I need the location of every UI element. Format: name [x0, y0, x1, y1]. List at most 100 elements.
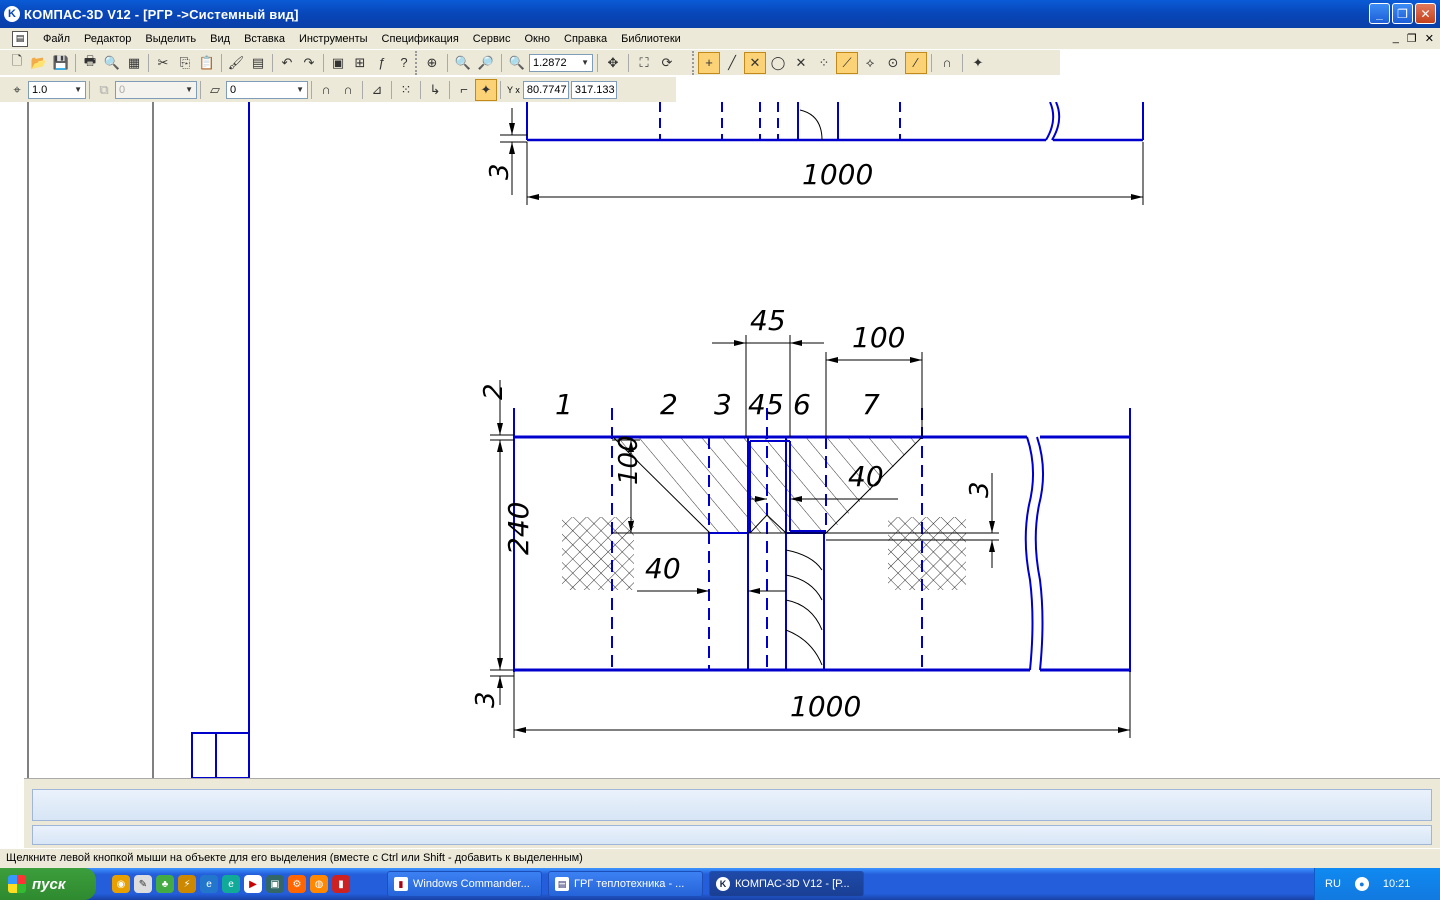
properties-icon[interactable]: ▤: [247, 52, 269, 74]
dim-100-left[interactable]: 100: [614, 435, 644, 485]
coord-y-input[interactable]: 317.133: [570, 80, 617, 99]
manager-icon[interactable]: ▣: [327, 52, 349, 74]
paste-icon[interactable]: 📋: [196, 52, 218, 74]
dim-240[interactable]: 240: [502, 502, 535, 555]
quick-launch-player-icon[interactable]: ▶: [244, 875, 262, 893]
tray-app-icon[interactable]: ●: [1354, 877, 1369, 891]
task-windows-commander[interactable]: ▮ Windows Commander...: [387, 871, 542, 897]
zone-label-2[interactable]: 2: [660, 388, 678, 421]
top-wall-fragment[interactable]: 3 1000: [485, 101, 1144, 205]
magnet-red-icon[interactable]: ∩: [315, 79, 337, 101]
current-layer-select[interactable]: 0 ▼: [226, 80, 308, 99]
new-file-icon[interactable]: 🗋: [6, 52, 28, 74]
menu-editor[interactable]: Редактор: [77, 33, 138, 45]
zoom-in-icon[interactable]: 🔍: [452, 52, 474, 74]
chevron-down-icon[interactable]: ▼: [74, 85, 82, 94]
quick-launch-save-icon[interactable]: ▮: [332, 875, 350, 893]
zoom-scale-input[interactable]: 1.2872 ▼: [529, 53, 593, 72]
dim-45[interactable]: 45: [750, 304, 786, 337]
main-wall-section[interactable]: 2 240 3 1000 45 100 1 2 3 4 5 6 7 100 40…: [471, 304, 1131, 738]
local-cs-icon[interactable]: ↳: [424, 79, 446, 101]
print-preview-icon[interactable]: ▦: [123, 52, 145, 74]
ortho-mode-icon[interactable]: ⌐: [453, 79, 475, 101]
snap-dropdown-icon[interactable]: ✦: [967, 52, 989, 74]
snap-normal-icon[interactable]: ✕: [790, 52, 812, 74]
dim-3-top[interactable]: 3: [485, 163, 515, 180]
task-word-document[interactable]: ▤ ГРГ теплотехника - ...: [548, 871, 703, 897]
snap-intersection-icon[interactable]: ✕: [744, 51, 766, 74]
clock[interactable]: 10:21: [1383, 878, 1411, 890]
restore-button[interactable]: ❐: [1392, 3, 1413, 24]
document-icon[interactable]: ▤: [12, 30, 28, 47]
quick-launch-ie-icon[interactable]: e: [222, 875, 240, 893]
zoom-scale-icon[interactable]: 🔍: [506, 52, 528, 74]
dim-100-top[interactable]: 100: [852, 321, 905, 354]
start-button[interactable]: пуск: [0, 868, 96, 900]
menu-window[interactable]: Окно: [517, 33, 557, 45]
cursor-step-input[interactable]: 1.0 ▼: [28, 80, 86, 99]
snap-grid-icon[interactable]: ⁘: [813, 52, 835, 74]
magnet-blue-icon[interactable]: ∩: [337, 79, 359, 101]
open-file-icon[interactable]: 📂: [28, 52, 50, 74]
grid-icon[interactable]: ⁙: [395, 79, 417, 101]
cut-icon[interactable]: ✂: [152, 52, 174, 74]
cursor-step-icon[interactable]: ⌖: [6, 79, 28, 101]
quick-launch-app3-icon[interactable]: ♣: [156, 875, 174, 893]
redo-icon[interactable]: ↷: [298, 52, 320, 74]
quick-launch-app1-icon[interactable]: ◉: [112, 875, 130, 893]
zone-label-6[interactable]: 6: [793, 388, 811, 421]
print-icon[interactable]: 🖶: [79, 52, 101, 74]
kompas-app-icon[interactable]: K: [4, 6, 20, 22]
menu-specification[interactable]: Спецификация: [375, 33, 466, 45]
preview-icon[interactable]: 🔍: [101, 52, 123, 74]
menu-select[interactable]: Выделить: [138, 33, 203, 45]
minimize-button[interactable]: _: [1369, 3, 1390, 24]
menu-libraries[interactable]: Библиотеки: [614, 33, 688, 45]
quick-launch-app4-icon[interactable]: ⚡: [178, 875, 196, 893]
chevron-down-icon[interactable]: ▼: [296, 85, 304, 94]
drawing-svg[interactable]: 3 1000 2 240 3 1000 45 100 1 2 3 4 5 6 7…: [0, 101, 1440, 779]
mdi-minimize-icon[interactable]: _: [1393, 32, 1399, 45]
menu-view[interactable]: Вид: [203, 33, 237, 45]
menu-service[interactable]: Сервис: [466, 33, 518, 45]
tree-icon[interactable]: ⊞: [349, 52, 371, 74]
quick-launch-firefox-icon[interactable]: ◍: [310, 875, 328, 893]
chevron-down-icon[interactable]: ▼: [581, 58, 589, 67]
quick-launch-browser-icon[interactable]: e: [200, 875, 218, 893]
zone-label-7[interactable]: 7: [862, 388, 880, 421]
mdi-close-icon[interactable]: ✕: [1425, 32, 1434, 45]
zone-label-4[interactable]: 4: [748, 388, 766, 421]
zoom-window-icon[interactable]: ⊕: [421, 52, 443, 74]
menu-file[interactable]: Файл: [36, 33, 77, 45]
dim-2[interactable]: 2: [479, 383, 509, 400]
help-pointer-icon[interactable]: ?: [393, 52, 415, 74]
properties-panel-tabs[interactable]: [32, 825, 1432, 845]
snap-point-on-curve-icon[interactable]: ⟡: [859, 52, 881, 74]
copy-icon[interactable]: ⎘: [174, 52, 196, 74]
pan-icon[interactable]: ✥: [602, 52, 624, 74]
menu-insert[interactable]: Вставка: [237, 33, 292, 45]
dim-1000-bottom[interactable]: 1000: [790, 690, 861, 723]
drawing-canvas[interactable]: 3 1000 2 240 3 1000 45 100 1 2 3 4 5 6 7…: [0, 101, 1440, 779]
quick-launch-notepad-icon[interactable]: ✎: [134, 875, 152, 893]
zone-label-3[interactable]: 3: [714, 388, 732, 421]
snap-angle-icon[interactable]: ⟋: [836, 51, 858, 74]
quick-launch-app8-icon[interactable]: ▣: [266, 875, 284, 893]
snap-midpoint-icon[interactable]: ╱: [721, 52, 743, 74]
mdi-restore-icon[interactable]: ❐: [1407, 32, 1417, 45]
snap-tangent-icon[interactable]: ◯: [767, 52, 789, 74]
dim-1000-top[interactable]: 1000: [802, 158, 873, 191]
properties-panel-area[interactable]: [32, 789, 1432, 821]
ortho-icon[interactable]: ⊿: [366, 79, 388, 101]
refresh-icon[interactable]: ⟳: [656, 52, 678, 74]
variables-fx-icon[interactable]: ƒ: [371, 52, 393, 74]
snap-alignment-icon[interactable]: ⁄: [905, 51, 927, 74]
dim-40-bottom[interactable]: 40: [645, 552, 681, 585]
show-all-icon[interactable]: ⛶: [633, 52, 655, 74]
task-kompas[interactable]: K КОМПАС-3D V12 - [Р...: [709, 871, 864, 897]
menu-help[interactable]: Справка: [557, 33, 614, 45]
snap-nearest-point-icon[interactable]: +: [698, 51, 720, 74]
zoom-out-icon[interactable]: 🔎: [475, 52, 497, 74]
format-painter-icon[interactable]: 🖌: [225, 52, 247, 74]
round-coords-icon[interactable]: ✦: [475, 78, 497, 101]
